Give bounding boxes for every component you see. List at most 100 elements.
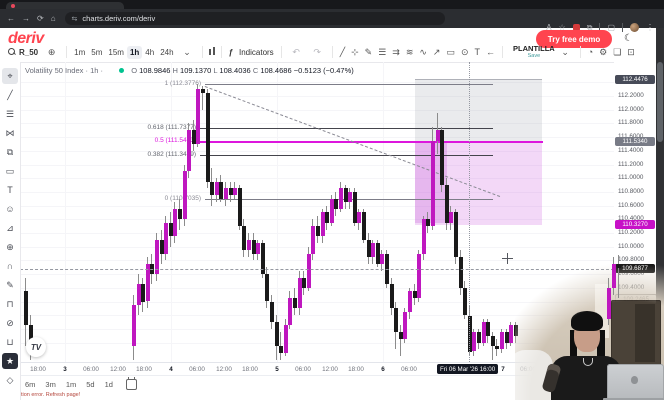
settings-icon[interactable]: ⚙ — [599, 47, 607, 57]
url-bar[interactable]: ⇆ charts.deriv.com/deriv — [65, 12, 445, 25]
rectangle-tool[interactable]: ▭ — [2, 163, 18, 179]
fib-tool[interactable]: ≋ — [406, 47, 414, 57]
toolbar-right-icons: ◔ ⚙ ❏ ⊡ — [585, 47, 638, 58]
projection-tool[interactable]: ⧉ — [2, 144, 18, 160]
fib-label: 1 (112.3776) — [141, 80, 201, 87]
draw-tool[interactable]: ✎ — [2, 277, 18, 293]
time-tick-label: 12:00 — [322, 366, 338, 373]
candle-body — [491, 336, 495, 346]
symbol-label[interactable]: R_50 — [19, 48, 38, 57]
brush-tool[interactable]: ✎ — [365, 47, 373, 57]
candle-body — [408, 291, 412, 312]
fullscreen-icon[interactable]: ❏ — [613, 47, 621, 57]
redo-icon[interactable]: ↷ — [310, 47, 325, 58]
arrow-tool[interactable]: ↗ — [433, 47, 441, 57]
price-tick-label: 110.2000 — [618, 229, 644, 236]
undo-icon[interactable]: ↶ — [289, 47, 304, 58]
fib-line[interactable] — [205, 84, 493, 85]
profile-avatar[interactable] — [630, 23, 639, 32]
search-icon[interactable] — [8, 48, 16, 56]
hide-tool[interactable]: ⊘ — [2, 315, 18, 331]
timeframe-1m[interactable]: 1m — [71, 46, 88, 59]
close-label: C — [253, 66, 258, 75]
template-caret-icon[interactable]: ⌄ — [558, 47, 573, 58]
h-gridline — [20, 247, 614, 248]
zoom-in-tool[interactable]: ⊕ — [2, 239, 18, 255]
browser-menu-icon[interactable]: ⋮ — [646, 23, 654, 32]
timeframe-4h[interactable]: 4h — [142, 46, 157, 59]
fib-line[interactable] — [200, 155, 493, 156]
circle-tool[interactable]: ⊙ — [461, 47, 469, 57]
timeframe-5m[interactable]: 5m — [88, 46, 105, 59]
text-tool[interactable]: T — [475, 47, 481, 57]
chart-type-icon[interactable] — [207, 47, 217, 57]
timeframe-group: 1m5m15m1h4h24h — [71, 48, 176, 57]
time-tick-label: 18:00 — [348, 366, 364, 373]
timeframe-1h[interactable]: 1h — [127, 46, 142, 59]
interval-label[interactable]: 1h — [90, 66, 98, 75]
channel-tool[interactable]: ⇉ — [392, 47, 400, 57]
range-5d[interactable]: 5d — [86, 380, 94, 389]
template-button[interactable]: PLANTILLA Save — [513, 46, 555, 59]
forward-icon[interactable]: → — [22, 14, 30, 23]
candle-body — [275, 322, 279, 346]
fib-line[interactable] — [200, 128, 493, 129]
long-arrow-tool[interactable]: ← — [486, 47, 495, 57]
screenshot-icon[interactable]: ⊡ — [627, 47, 635, 57]
open-value: 108.9846 — [139, 66, 170, 75]
timeframe-15m[interactable]: 15m — [105, 46, 127, 59]
lock-tool[interactable]: ⊓ — [2, 296, 18, 312]
range-3m[interactable]: 3m — [45, 380, 55, 389]
tradingview-logo[interactable]: TV — [26, 337, 46, 357]
delete-tool[interactable]: ⊔ — [2, 334, 18, 350]
candle-body — [293, 298, 297, 308]
horizontal-lines-tool[interactable]: ☰ — [378, 47, 386, 57]
range-1m[interactable]: 1m — [66, 380, 76, 389]
home-icon[interactable]: ⌂ — [51, 14, 56, 23]
price-tick-label: 110.0000 — [618, 243, 644, 250]
emoji-tool[interactable]: ☺ — [2, 201, 18, 217]
range-6m[interactable]: 6m — [25, 380, 35, 389]
indicators-button[interactable]: Indicators — [239, 48, 274, 57]
timeframe-caret-icon[interactable]: ⌄ — [180, 47, 195, 58]
zone-box[interactable] — [415, 79, 542, 142]
reload-icon[interactable]: ⟳ — [37, 14, 44, 23]
candle-body — [311, 226, 315, 253]
browser-tab[interactable] — [6, 2, 124, 9]
xabcd-pattern-tool[interactable]: ⋈ — [2, 125, 18, 141]
text-tool[interactable]: T — [2, 182, 18, 198]
chart-view-icon[interactable]: ◔ — [588, 47, 593, 57]
timeframe-24h[interactable]: 24h — [157, 46, 176, 59]
symbol-title[interactable]: Volatility 50 Index — [25, 66, 83, 75]
downloads-icon[interactable]: ▢ — [607, 23, 615, 32]
ruler-tool[interactable]: ⊿ — [2, 220, 18, 236]
trendline-tool[interactable]: ╱ — [2, 87, 18, 103]
wave-tool[interactable]: ∿ — [419, 47, 427, 57]
candle-body — [403, 312, 407, 339]
candle-body — [339, 188, 343, 209]
fib-line[interactable] — [200, 141, 543, 143]
site-settings-icon[interactable]: ⇆ — [72, 15, 78, 23]
calendar-icon[interactable] — [126, 379, 137, 390]
fib-retracement-tool[interactable]: ☰ — [2, 106, 18, 122]
time-tick-label: 06:00 — [401, 366, 417, 373]
crosshair-tool[interactable]: ⌖ — [2, 68, 18, 84]
template-save-label: Save — [528, 53, 541, 59]
open-label: O — [131, 66, 137, 75]
browser-scrollbar-thumb[interactable] — [657, 62, 663, 142]
indicators-f-icon[interactable]: ƒ — [229, 48, 233, 57]
back-icon[interactable]: ← — [7, 14, 15, 23]
favorites-tool[interactable]: ★ — [2, 353, 18, 369]
browser-address-bar: ← → ⟳ ⌂ ⇆ charts.deriv.com/deriv A ☆ ⧉ ▢… — [0, 9, 664, 28]
add-chart-icon[interactable]: ⊕ — [44, 47, 59, 58]
range-1d[interactable]: 1d — [105, 380, 113, 389]
candle-body — [348, 192, 352, 202]
line-tool[interactable]: ╱ — [340, 47, 345, 57]
price-tick-label: 112.2000 — [618, 92, 644, 99]
magnet-tool[interactable]: ∩ — [2, 258, 18, 274]
fib-label: 0 (110.7035) — [141, 195, 201, 202]
ideas-tool[interactable]: ◇ — [2, 372, 18, 388]
v-gridline — [383, 62, 384, 362]
rectangle-tool[interactable]: ▭ — [446, 47, 455, 57]
cross-tool[interactable]: ⊹ — [351, 47, 359, 57]
